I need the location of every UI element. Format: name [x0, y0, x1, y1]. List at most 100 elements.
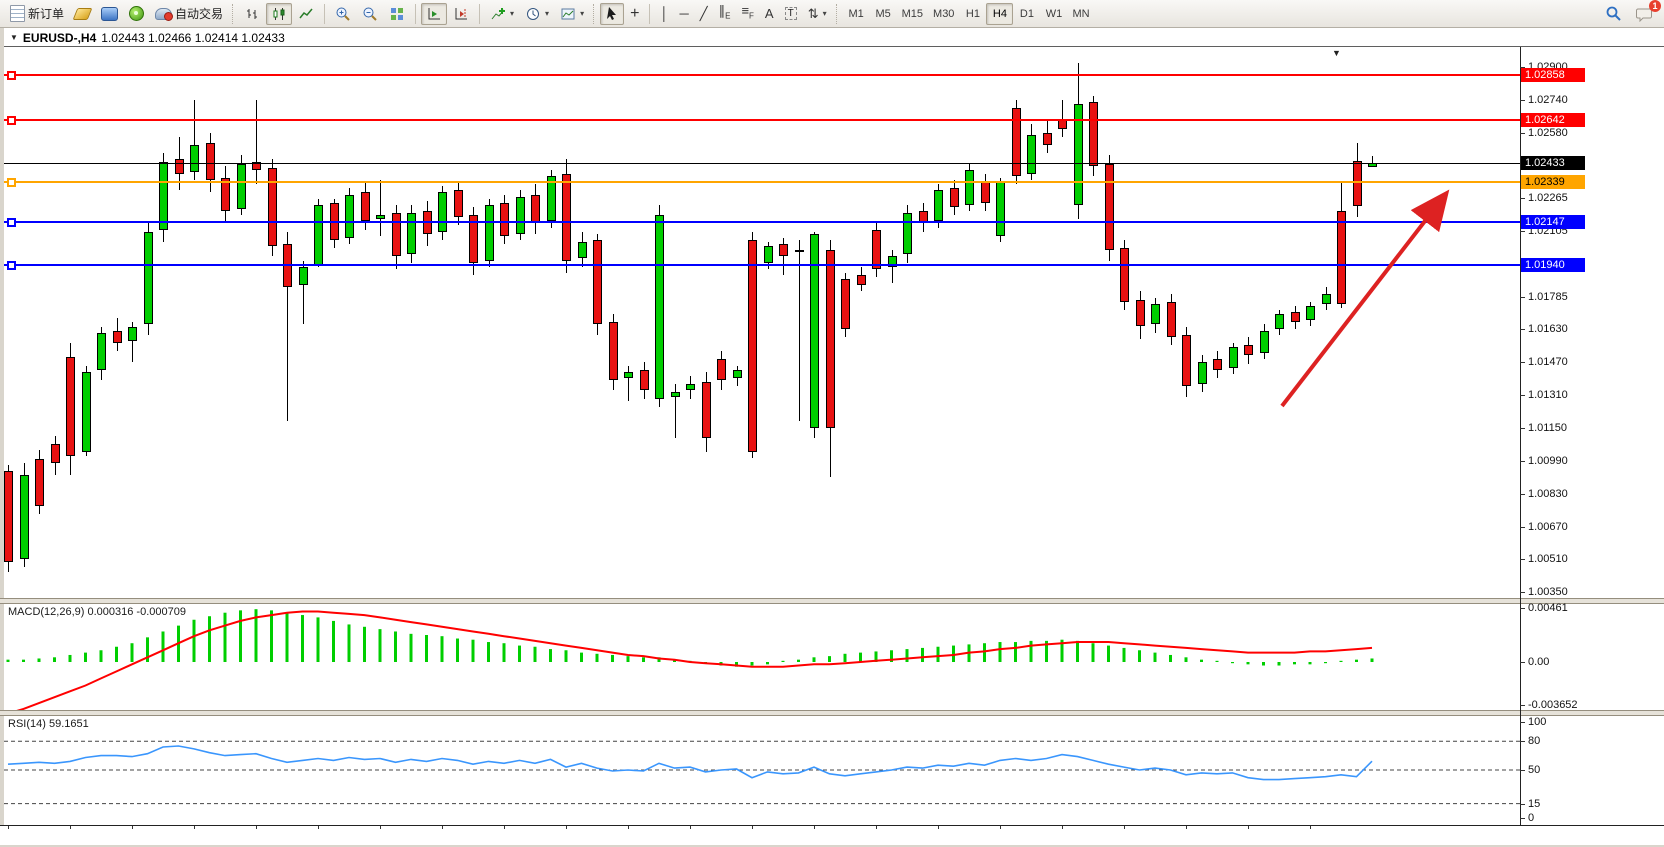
trendline-button[interactable]: ╱: [695, 3, 713, 25]
toolbar-grip: [836, 4, 839, 24]
x-axis-tick: [1124, 826, 1125, 829]
timeframe-m30-button[interactable]: M30: [928, 3, 959, 25]
fibonacci-button[interactable]: ≡F: [736, 3, 758, 25]
vertical-line-button[interactable]: │: [655, 3, 673, 25]
chevron-down-icon: ▾: [580, 9, 584, 18]
timeframe-h4-button[interactable]: H4: [986, 3, 1013, 25]
y-axis-tick-label: 1.01310: [1528, 389, 1568, 401]
timeframe-mn-button[interactable]: MN: [1067, 3, 1094, 25]
timeframe-w1-button[interactable]: W1: [1040, 3, 1067, 25]
auto-scroll-button[interactable]: [421, 3, 447, 25]
macd-histogram-bar: [487, 642, 490, 662]
horizontal-level-line[interactable]: [4, 221, 1520, 223]
bar-chart-button[interactable]: [239, 3, 265, 25]
chart-shift-button[interactable]: [448, 3, 474, 25]
candle-body: [516, 197, 525, 234]
text-button[interactable]: A: [760, 3, 779, 25]
macd-panel[interactable]: [4, 604, 1520, 710]
level-anchor-marker[interactable]: [7, 261, 16, 270]
macd-histogram-bar: [1355, 660, 1358, 662]
text-label-button[interactable]: T: [780, 3, 802, 25]
chevron-down-icon: ▾: [510, 9, 514, 18]
horizontal-level-line[interactable]: [4, 74, 1520, 76]
macd-histogram-bar: [906, 649, 909, 662]
horizontal-line-button[interactable]: ─: [675, 3, 694, 25]
candle-body: [826, 250, 835, 427]
data-window-button[interactable]: [96, 3, 123, 25]
rsi-panel[interactable]: [4, 716, 1520, 825]
level-anchor-marker[interactable]: [7, 116, 16, 125]
timeframe-m5-button[interactable]: M5: [870, 3, 897, 25]
search-icon: [1605, 5, 1622, 22]
candle-body: [857, 275, 866, 285]
toolbar-grip: [232, 4, 235, 24]
macd-histogram-bar: [921, 648, 924, 662]
new-order-label: 新订单: [28, 5, 64, 22]
zoom-out-button[interactable]: [357, 3, 383, 25]
crosshair-button[interactable]: +: [625, 3, 644, 25]
y-axis-tick: [1520, 559, 1525, 560]
macd-histogram-bar: [1371, 658, 1374, 662]
candle-wick: [892, 250, 893, 283]
y-axis-tick-label: 1.02265: [1528, 192, 1568, 204]
line-chart-button[interactable]: [293, 3, 319, 25]
arrows-button[interactable]: ⇅▾: [803, 3, 832, 25]
horizontal-level-line[interactable]: [4, 264, 1520, 266]
horizontal-level-line[interactable]: [4, 181, 1520, 183]
timeframe-m1-button[interactable]: M1: [843, 3, 870, 25]
cursor-button[interactable]: [600, 3, 624, 25]
market-watch-button[interactable]: [70, 3, 95, 25]
candle-body: [733, 370, 742, 378]
chart-shift-marker[interactable]: ▼: [1332, 48, 1341, 58]
chart-ohlc-values: 1.02443 1.02466 1.02414 1.02433: [101, 31, 285, 45]
tile-windows-button[interactable]: [384, 3, 410, 25]
level-anchor-marker[interactable]: [7, 178, 16, 187]
templates-button[interactable]: ▾: [555, 3, 589, 25]
x-axis-tick: [876, 826, 877, 829]
price-level-badge: 1.01940: [1521, 258, 1585, 272]
rsi-axis-tick: [1520, 722, 1525, 723]
macd-histogram-bar: [596, 654, 599, 662]
crosshair-icon: +: [630, 7, 639, 20]
rsi-axis-label: 15: [1528, 798, 1540, 810]
candle-body: [965, 170, 974, 205]
horizontal-level-line[interactable]: [4, 163, 1520, 164]
macd-histogram-bar: [270, 610, 273, 662]
macd-histogram-bar: [828, 656, 831, 662]
candle-body: [1229, 347, 1238, 368]
timeframe-d1-button[interactable]: D1: [1013, 3, 1040, 25]
candle-body: [438, 192, 447, 231]
level-anchor-marker[interactable]: [7, 218, 16, 227]
price-chart-area[interactable]: [4, 47, 1520, 598]
toolbar-separator: [324, 4, 325, 24]
rsi-axis-tick: [1520, 741, 1525, 742]
horizontal-level-line[interactable]: [4, 119, 1520, 121]
trendline-icon: ╱: [700, 7, 708, 20]
candlestick-chart-button[interactable]: [266, 3, 292, 25]
y-axis-tick: [1520, 297, 1525, 298]
search-button[interactable]: [1600, 3, 1627, 25]
notifications-button[interactable]: 1: [1631, 3, 1659, 25]
channel-icon: ∥E: [719, 4, 731, 23]
timeframe-h1-button[interactable]: H1: [959, 3, 986, 25]
candle-body: [950, 188, 959, 207]
toolbar-separator: [649, 4, 650, 24]
x-axis-tick: [1062, 826, 1063, 829]
chart-menu-arrow-icon[interactable]: ▼: [10, 33, 18, 42]
horizontal-line-icon: ─: [680, 7, 689, 20]
indicators-button[interactable]: ▾: [485, 3, 519, 25]
new-order-button[interactable]: 新订单: [5, 3, 69, 25]
auto-trading-button[interactable]: 自动交易: [150, 3, 228, 25]
arrows-icon: ⇅: [808, 7, 819, 20]
candle-body: [1244, 345, 1253, 355]
y-axis-tick-label: 1.00990: [1528, 455, 1568, 467]
level-anchor-marker[interactable]: [7, 71, 16, 80]
candle-body: [717, 359, 726, 380]
zoom-in-button[interactable]: [330, 3, 356, 25]
sound-alerts-button[interactable]: [124, 3, 149, 25]
periods-button[interactable]: ▾: [520, 3, 554, 25]
timeframe-m15-button[interactable]: M15: [897, 3, 928, 25]
channel-button[interactable]: ∥E: [714, 3, 736, 25]
macd-histogram-bar: [239, 610, 242, 662]
time-axis[interactable]: 15 Jul 202218 Jul 04:0018 Jul 20:0019 Ju…: [0, 826, 1664, 845]
